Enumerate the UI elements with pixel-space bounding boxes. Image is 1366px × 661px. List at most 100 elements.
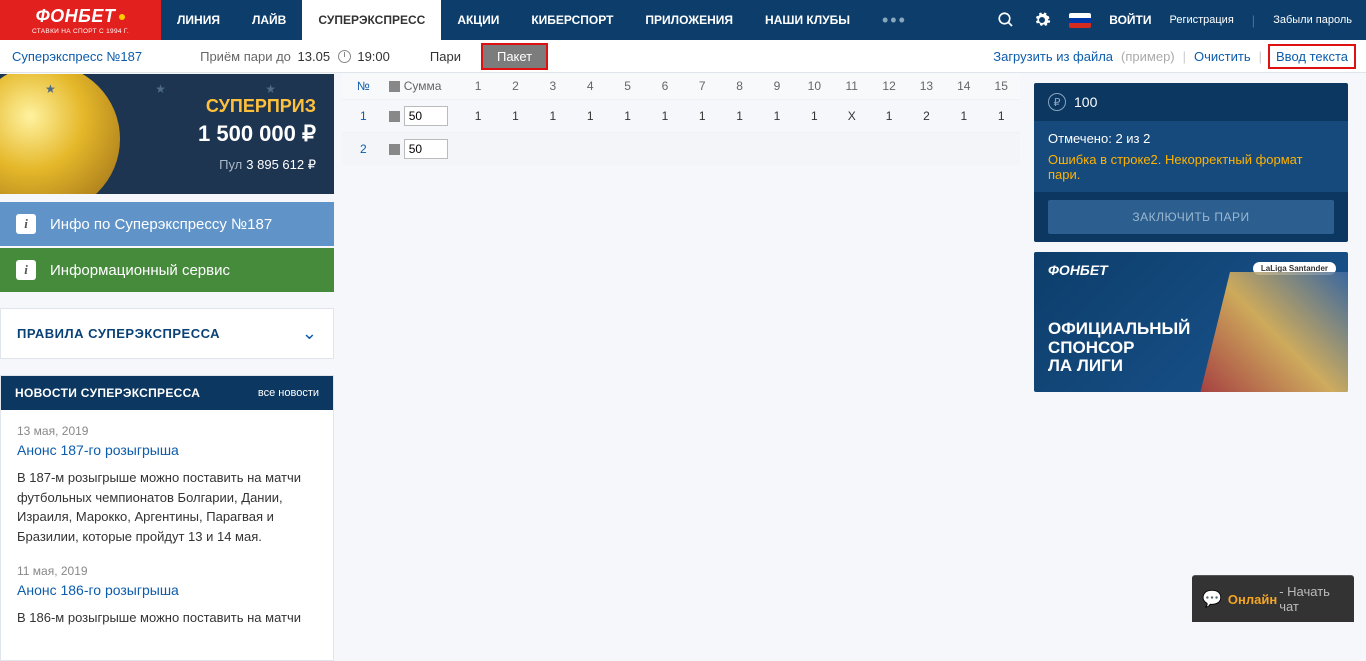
pick-cell[interactable] [833,133,870,166]
sponsor-caption: ОФИЦИАЛЬНЫЙ СПОНСОР ЛА ЛИГИ [1048,320,1190,376]
pick-cell[interactable]: 2 [908,100,945,133]
pick-cell[interactable] [758,133,795,166]
tab-bet[interactable]: Пари [416,45,475,68]
sidebar-left: ★ ★ ★ СУПЕРПРИЗ 1 500 000 ₽ Пул3 895 612… [0,73,334,661]
pick-cell[interactable]: 1 [796,100,833,133]
pick-cell[interactable] [609,133,646,166]
ruble-icon: ₽ [1048,93,1066,111]
pick-cell[interactable]: 1 [459,100,496,133]
nav-superexpress[interactable]: СУПЕРЭКСПРЕСС [302,0,441,40]
nav-promo[interactable]: АКЦИИ [441,0,515,40]
news-text: В 186-м розыгрыше можно поставить на мат… [17,608,317,628]
nav-live[interactable]: ЛАЙВ [236,0,302,40]
nav-clubs[interactable]: НАШИ КЛУБЫ [749,0,866,40]
search-icon[interactable] [997,11,1015,29]
info-icon: i [16,214,36,234]
table-row: 11111111111X1211 [342,100,1020,133]
jackpot-promo[interactable]: ★ ★ ★ СУПЕРПРИЗ 1 500 000 ₽ Пул3 895 612… [0,74,334,194]
pick-cell[interactable]: 1 [609,100,646,133]
pick-cell[interactable] [982,133,1020,166]
all-news-link[interactable]: все новости [258,387,319,399]
chat-icon: 💬 [1202,589,1222,609]
row-checkbox[interactable] [389,144,400,155]
pick-cell[interactable] [572,133,609,166]
sponsor-banner[interactable]: ФОНБЕТ LaLiga Santander ОФИЦИАЛЬНЫЙ СПОН… [1034,252,1348,392]
nav-apps[interactable]: ПРИЛОЖЕНИЯ [629,0,749,40]
pick-cell[interactable] [796,133,833,166]
load-from-file-link[interactable]: Загрузить из файла [993,49,1113,64]
col-9: 9 [758,73,795,100]
pick-cell[interactable]: 1 [758,100,795,133]
pick-cell[interactable]: 1 [572,100,609,133]
news-header: НОВОСТИ СУПЕРЭКСПРЕССА все новости [1,376,333,410]
info-superexpress-button[interactable]: i Инфо по Суперэкспрессу №187 [0,202,334,246]
col-3: 3 [534,73,571,100]
logo-text: ФОНБЕТ [36,6,116,26]
pick-cell[interactable] [497,133,534,166]
pick-cell[interactable]: 1 [721,100,758,133]
col-8: 8 [721,73,758,100]
col-11: 11 [833,73,870,100]
clear-link[interactable]: Очистить [1194,49,1251,64]
forgot-password-link[interactable]: Забыли пароль [1273,14,1352,26]
pick-cell[interactable] [646,133,683,166]
col-10: 10 [796,73,833,100]
pick-cell[interactable]: 1 [534,100,571,133]
nav-esports[interactable]: КИБЕРСПОРТ [515,0,629,40]
picks-table: № Сумма 1 2 3 4 5 6 7 8 9 10 11 12 13 14 [342,73,1020,165]
news-date: 11 мая, 2019 [17,564,317,578]
sum-input[interactable] [404,106,448,126]
topbar-right: ВОЙТИ Регистрация | Забыли пароль [997,0,1366,40]
logo[interactable]: ФОНБЕТ СТАВКИ НА СПОРТ С 1994 Г. [0,0,161,40]
pick-cell[interactable]: 1 [497,100,534,133]
place-bet-button[interactable]: ЗАКЛЮЧИТЬ ПАРИ [1048,200,1334,234]
pick-cell[interactable]: 1 [684,100,721,133]
pick-cell[interactable] [459,133,496,166]
col-num: № [342,73,385,100]
pick-cell[interactable] [945,133,982,166]
login-button[interactable]: ВОЙТИ [1109,13,1151,27]
row-sum-cell [385,133,460,166]
pick-cell[interactable] [684,133,721,166]
pick-cell[interactable] [908,133,945,166]
info-service-button[interactable]: i Информационный сервис [0,248,334,292]
settings-icon[interactable] [1033,11,1051,29]
row-checkbox[interactable] [389,111,400,122]
promo-pool: Пул3 895 612 ₽ [198,157,316,173]
checkbox-icon [389,81,400,92]
news-title-link[interactable]: Анонс 187-го розыгрыша [17,442,317,458]
deadline-label: Приём пари до 13.05 19:00 [200,49,390,64]
betslip-body: Отмечено: 2 из 2 Ошибка в строке2. Некор… [1034,121,1348,192]
draw-title-link[interactable]: Суперэкспресс №187 [12,49,142,64]
col-12: 12 [870,73,907,100]
chat-widget[interactable]: 💬 Онлайн - Начать чат [1192,575,1354,622]
register-link[interactable]: Регистрация [1169,14,1233,26]
col-sum: Сумма [385,73,460,100]
chat-status: Онлайн [1228,592,1277,607]
pick-cell[interactable] [721,133,758,166]
sidebar-right: ₽ 100 Отмечено: 2 из 2 Ошибка в строке2.… [1028,73,1366,661]
example-link[interactable]: (пример) [1121,49,1175,64]
pick-cell[interactable]: 1 [982,100,1020,133]
pick-cell[interactable]: 1 [945,100,982,133]
pick-cell[interactable]: 1 [646,100,683,133]
rules-accordion[interactable]: ПРАВИЛА СУПЕРЭКСПРЕССА ⌄ [0,308,334,359]
pick-cell[interactable]: 1 [870,100,907,133]
main-nav: ЛИНИЯ ЛАЙВ СУПЕРЭКСПРЕСС АКЦИИ КИБЕРСПОР… [161,0,923,40]
betslip-balance: 100 [1074,94,1097,110]
flag-ru-icon[interactable] [1069,13,1091,28]
betslip-error: Ошибка в строке2. Некорректный формат па… [1048,152,1334,182]
pick-cell[interactable] [870,133,907,166]
nav-line[interactable]: ЛИНИЯ [161,0,236,40]
tab-package[interactable]: Пакет [483,45,546,68]
pick-cell[interactable] [534,133,571,166]
nav-more-icon[interactable]: ••• [866,0,923,40]
separator: | [1252,13,1255,28]
sum-input[interactable] [404,139,448,159]
news-title-link[interactable]: Анонс 186-го розыгрыша [17,582,317,598]
info-icon: i [16,260,36,280]
enter-text-link[interactable]: Ввод текста [1270,46,1354,67]
pick-cell[interactable]: X [833,100,870,133]
sponsor-players-image [1198,272,1348,392]
chat-action: - Начать чат [1279,584,1344,614]
